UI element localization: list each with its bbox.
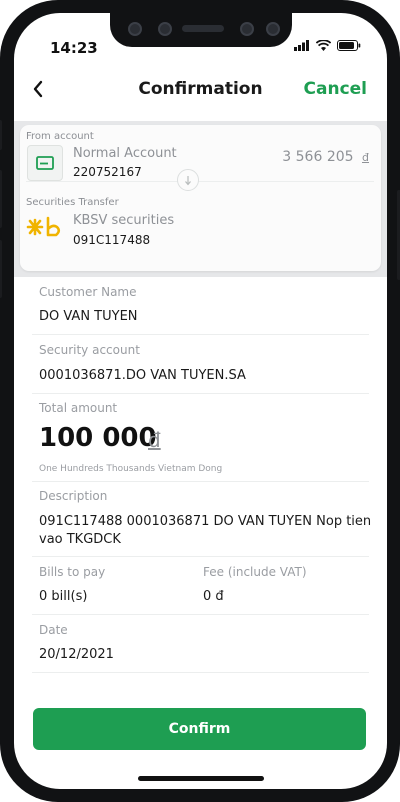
cancel-button[interactable]: Cancel [304,79,367,99]
header: Confirmation Cancel [14,75,387,111]
security-account-label: Security account [39,343,140,357]
description-value: 091C117488 0001036871 DO VAN TUYEN Nop t… [39,514,372,547]
description-label: Description [39,489,108,503]
screen: 14:23 Confirmation Cancel From account N… [14,13,387,789]
fee-label: Fee (include VAT) [203,565,307,579]
notch-sensor [266,22,280,36]
status-icons [294,40,361,51]
confirm-button[interactable]: Confirm [33,708,366,750]
notch-sensor [128,22,142,36]
row-divider [32,614,369,615]
transfer-summary-area: From account Normal Account 220752167 3 … [14,121,387,277]
wifi-icon [316,40,331,51]
date-label: Date [39,623,68,637]
destination-number: 091C117488 [73,233,151,247]
side-button-volume-down [0,240,2,298]
row-divider [32,481,369,482]
security-account-value: 0001036871.DO VAN TUYEN.SA [39,368,246,383]
from-account-balance: 3 566 205 đ [282,149,369,165]
total-amount-label: Total amount [39,401,118,415]
row-divider [32,556,369,557]
phone-frame: 14:23 Confirmation Cancel From account N… [0,0,400,802]
row-divider [32,393,369,394]
row-divider [32,334,369,335]
balance-currency: đ [362,151,369,164]
from-account-label: From account [26,131,94,142]
status-time: 14:23 [50,39,98,57]
arrow-down-icon [177,169,199,191]
total-amount-currency: đ [148,428,161,452]
transfer-summary-card: From account Normal Account 220752167 3 … [20,125,381,271]
customer-name-label: Customer Name [39,285,137,299]
notch [110,13,292,47]
securities-transfer-label: Securities Transfer [26,197,119,208]
card-divider [26,181,374,182]
fee-value: 0 đ [203,589,224,604]
bank-card-icon [27,145,63,181]
side-button-mute [0,120,2,150]
home-indicator[interactable] [138,776,264,781]
destination-name: KBSV securities [73,213,175,228]
total-amount-value: 100 000 [39,423,157,453]
notch-speaker [182,25,224,32]
bills-to-pay-value: 0 bill(s) [39,589,88,604]
notch-sensor [158,22,172,36]
battery-icon [337,40,361,51]
notch-camera [240,22,254,36]
amount-in-words: One Hundreds Thousands Vietnam Dong [39,464,223,474]
from-account-number: 220752167 [73,165,142,179]
date-value: 20/12/2021 [39,647,114,662]
row-divider [32,672,369,673]
customer-name-value: DO VAN TUYEN [39,309,138,324]
side-button-volume-up [0,170,2,228]
balance-amount: 3 566 205 [282,149,354,165]
signal-icon [294,40,309,51]
kbsv-logo [26,215,64,239]
from-account-name: Normal Account [73,146,177,161]
bills-to-pay-label: Bills to pay [39,565,106,579]
